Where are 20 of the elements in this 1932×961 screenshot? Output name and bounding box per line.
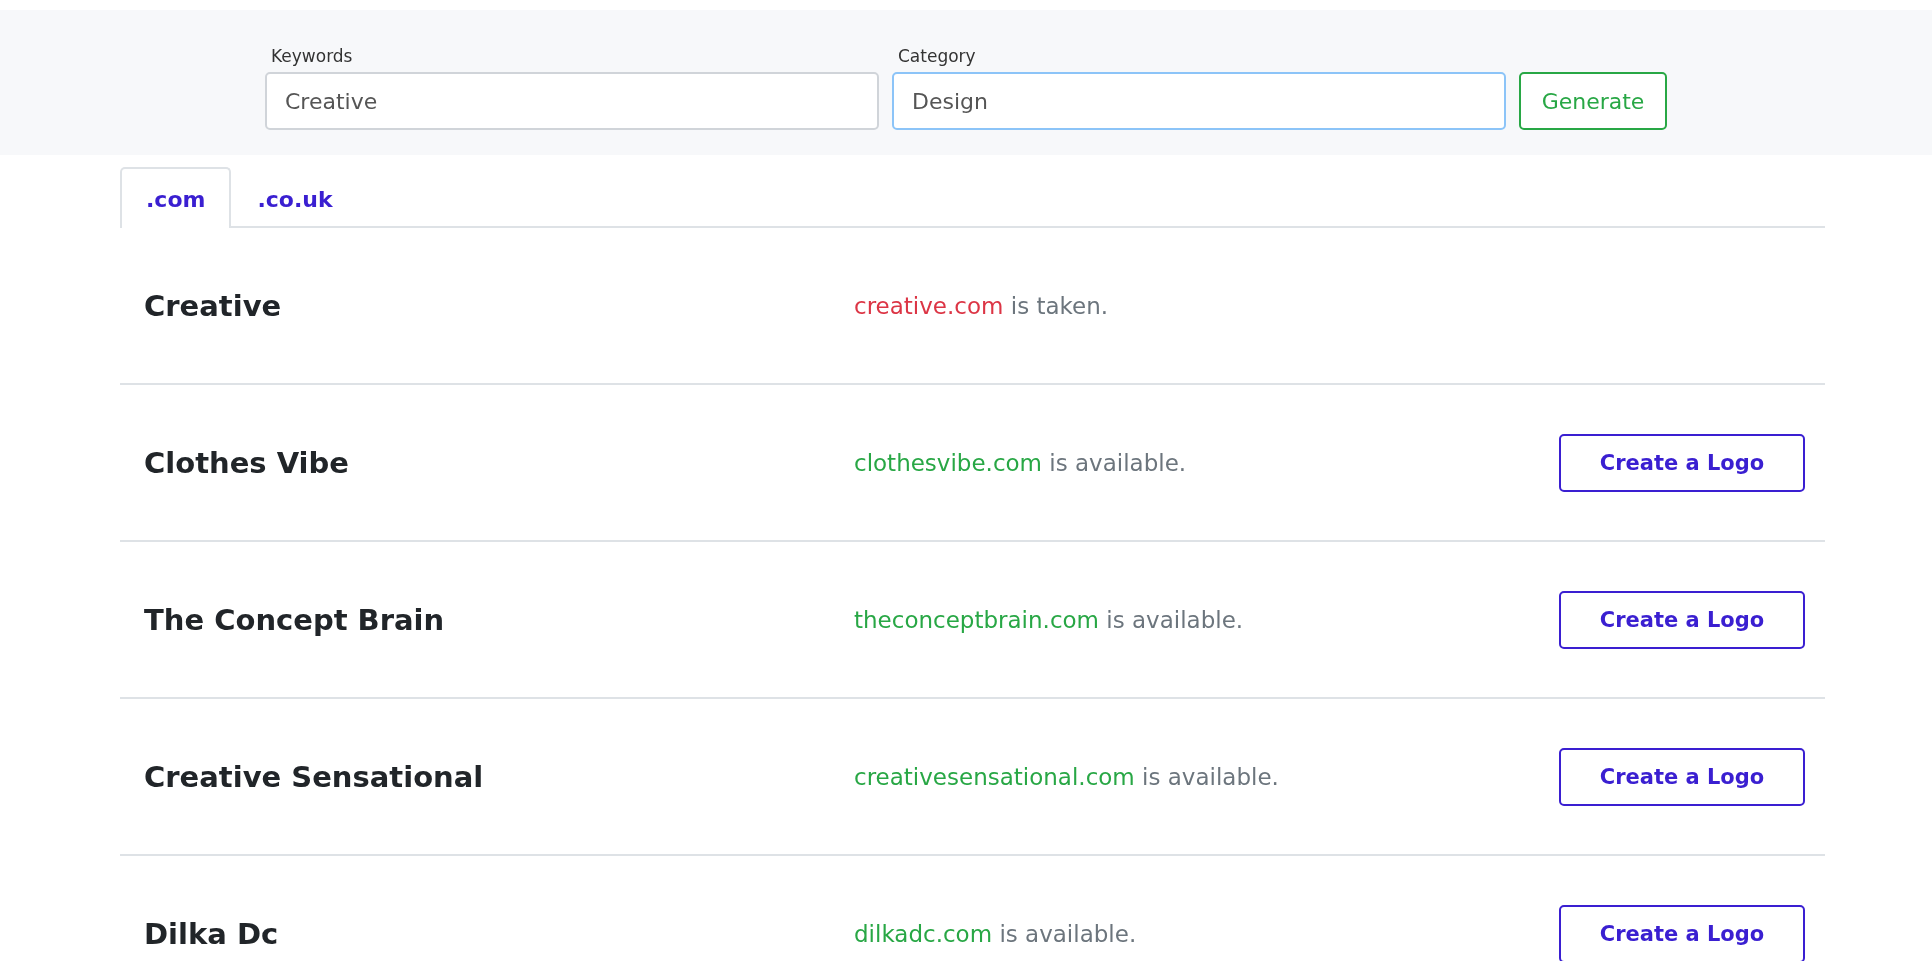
field-label: Keywords bbox=[271, 46, 354, 66]
availability-text: dilkadc.com is available. bbox=[854, 920, 1138, 947]
availability-text: clothesvibe.com is available. bbox=[854, 449, 1188, 476]
business-name: Creative bbox=[144, 288, 283, 323]
business-name: Dilka Dc bbox=[144, 916, 280, 951]
create-logo-button[interactable]: Create a Logo bbox=[1559, 433, 1805, 492]
create-logo-button[interactable]: Create a Logo bbox=[1559, 904, 1805, 961]
business-name: The Concept Brain bbox=[144, 602, 446, 637]
field-label: Category bbox=[898, 46, 977, 66]
input-field[interactable]: Creative bbox=[265, 72, 879, 130]
availability-text: creativesensational.com is available. bbox=[854, 763, 1280, 790]
tab[interactable]: .com bbox=[120, 167, 232, 228]
business-name: Creative Sensational bbox=[144, 759, 485, 794]
availability-text: creative.com is taken. bbox=[854, 292, 1110, 319]
availability-text: theconceptbrain.com is available. bbox=[854, 606, 1245, 633]
create-logo-button[interactable]: Create a Logo bbox=[1559, 590, 1805, 649]
tab[interactable]: .co.uk bbox=[231, 167, 359, 228]
business-name: Clothes Vibe bbox=[144, 445, 350, 480]
input-field[interactable]: Design bbox=[892, 72, 1506, 130]
create-logo-button[interactable]: Create a Logo bbox=[1559, 747, 1805, 806]
